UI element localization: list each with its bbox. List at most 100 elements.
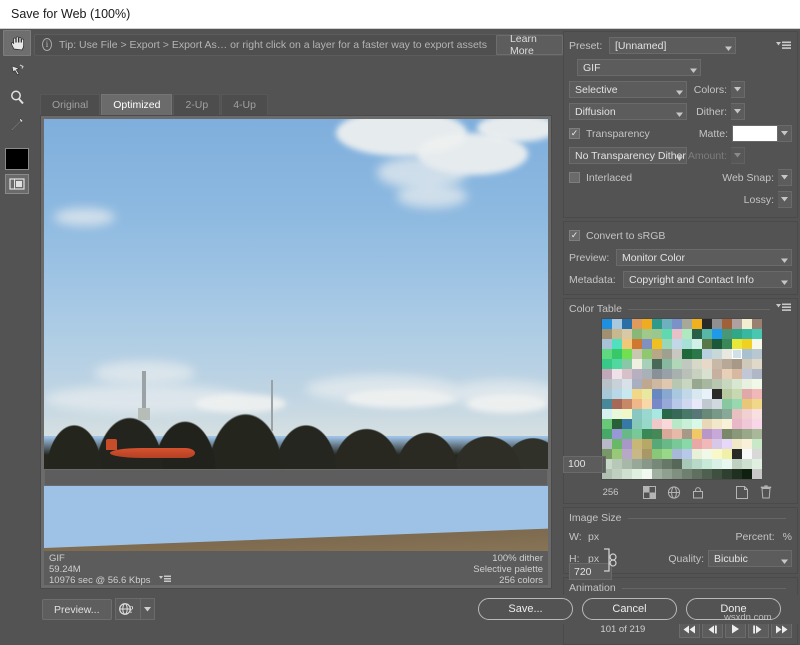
- tab-4up[interactable]: 4-Up: [221, 94, 268, 115]
- color-swatch[interactable]: [702, 469, 712, 479]
- color-swatch[interactable]: [642, 439, 652, 449]
- cancel-button[interactable]: Cancel: [582, 598, 677, 620]
- color-swatch[interactable]: [702, 419, 712, 429]
- map-transparency-icon[interactable]: [638, 484, 662, 500]
- color-swatch[interactable]: [732, 419, 742, 429]
- color-swatch[interactable]: [642, 429, 652, 439]
- color-swatch[interactable]: [712, 419, 722, 429]
- color-swatch[interactable]: [622, 429, 632, 439]
- color-swatch[interactable]: [622, 409, 632, 419]
- color-swatch[interactable]: [742, 369, 752, 379]
- color-swatch[interactable]: [652, 359, 662, 369]
- foreground-color-swatch[interactable]: [5, 148, 29, 170]
- color-swatch[interactable]: [742, 429, 752, 439]
- color-swatch[interactable]: [732, 319, 742, 329]
- color-swatch[interactable]: [742, 449, 752, 459]
- color-swatch[interactable]: [642, 359, 652, 369]
- color-swatch[interactable]: [632, 369, 642, 379]
- color-swatch[interactable]: [742, 359, 752, 369]
- color-swatch[interactable]: [732, 409, 742, 419]
- color-swatch[interactable]: [642, 459, 652, 469]
- color-swatch[interactable]: [752, 369, 762, 379]
- color-swatch[interactable]: [632, 439, 642, 449]
- color-swatch[interactable]: [632, 329, 642, 339]
- color-swatch[interactable]: [662, 409, 672, 419]
- color-swatch[interactable]: [722, 439, 732, 449]
- color-swatch[interactable]: [642, 319, 652, 329]
- color-swatch[interactable]: [752, 339, 762, 349]
- image-preview-canvas[interactable]: GIF 59.24M 10976 sec @ 56.6 Kbps 100% di…: [44, 119, 548, 585]
- color-swatch[interactable]: [712, 429, 722, 439]
- color-swatch[interactable]: [682, 419, 692, 429]
- color-swatch[interactable]: [632, 459, 642, 469]
- color-swatch[interactable]: [742, 379, 752, 389]
- transparency-dither-select[interactable]: No Transparency Dither: [569, 147, 687, 164]
- color-swatch[interactable]: [722, 379, 732, 389]
- constrain-proportions-icon[interactable]: [602, 547, 617, 576]
- color-swatch[interactable]: [682, 439, 692, 449]
- color-swatch[interactable]: [652, 449, 662, 459]
- color-swatch[interactable]: [622, 469, 632, 479]
- color-swatch[interactable]: [732, 339, 742, 349]
- color-swatch[interactable]: [622, 339, 632, 349]
- color-swatch[interactable]: [722, 449, 732, 459]
- transparency-checkbox[interactable]: [569, 128, 580, 139]
- dither-chevron-down-icon[interactable]: [731, 103, 745, 120]
- color-swatch[interactable]: [602, 329, 612, 339]
- tab-original[interactable]: Original: [40, 94, 100, 115]
- color-swatch[interactable]: [632, 389, 642, 399]
- color-swatch[interactable]: [602, 319, 612, 329]
- color-swatch[interactable]: [742, 459, 752, 469]
- new-color-icon[interactable]: [730, 484, 754, 500]
- color-swatch[interactable]: [732, 429, 742, 439]
- learn-more-button[interactable]: Learn More: [496, 35, 563, 55]
- color-swatch[interactable]: [722, 319, 732, 329]
- color-swatch[interactable]: [722, 399, 732, 409]
- image-preview-frame[interactable]: GIF 59.24M 10976 sec @ 56.6 Kbps 100% di…: [40, 115, 552, 589]
- delete-color-icon[interactable]: [754, 484, 778, 500]
- color-swatch[interactable]: [702, 439, 712, 449]
- color-swatch[interactable]: [632, 429, 642, 439]
- color-swatch[interactable]: [652, 319, 662, 329]
- color-swatch[interactable]: [612, 339, 622, 349]
- color-swatch[interactable]: [692, 319, 702, 329]
- color-swatch[interactable]: [622, 419, 632, 429]
- color-swatch[interactable]: [702, 379, 712, 389]
- color-swatch[interactable]: [722, 389, 732, 399]
- color-swatch[interactable]: [602, 399, 612, 409]
- color-swatch[interactable]: [652, 349, 662, 359]
- color-swatch[interactable]: [752, 429, 762, 439]
- color-swatch[interactable]: [692, 469, 702, 479]
- color-swatch[interactable]: [712, 369, 722, 379]
- color-swatch[interactable]: [642, 329, 652, 339]
- color-swatch[interactable]: [622, 349, 632, 359]
- dither-algorithm-select[interactable]: Diffusion: [569, 103, 687, 120]
- color-swatch[interactable]: [742, 419, 752, 429]
- color-swatch[interactable]: [612, 389, 622, 399]
- color-swatch[interactable]: [652, 429, 662, 439]
- color-swatch[interactable]: [672, 379, 682, 389]
- toggle-slices-icon[interactable]: [5, 174, 29, 194]
- color-swatch[interactable]: [692, 369, 702, 379]
- color-swatch[interactable]: [612, 369, 622, 379]
- color-swatch[interactable]: [612, 409, 622, 419]
- color-swatch[interactable]: [702, 359, 712, 369]
- color-swatch[interactable]: [642, 369, 652, 379]
- color-swatch[interactable]: [702, 369, 712, 379]
- color-swatch[interactable]: [682, 369, 692, 379]
- color-swatch[interactable]: [642, 409, 652, 419]
- color-swatch[interactable]: [622, 359, 632, 369]
- color-swatch[interactable]: [692, 339, 702, 349]
- color-swatch[interactable]: [682, 459, 692, 469]
- color-swatch[interactable]: [672, 419, 682, 429]
- color-swatch[interactable]: [662, 459, 672, 469]
- color-swatch[interactable]: [692, 419, 702, 429]
- color-swatch[interactable]: [672, 339, 682, 349]
- color-swatch[interactable]: [652, 459, 662, 469]
- percent-value[interactable]: 100: [563, 456, 603, 473]
- color-swatch[interactable]: [652, 379, 662, 389]
- file-format-select[interactable]: GIF: [577, 59, 701, 76]
- color-swatch[interactable]: [682, 389, 692, 399]
- color-swatch[interactable]: [632, 339, 642, 349]
- color-swatch[interactable]: [712, 469, 722, 479]
